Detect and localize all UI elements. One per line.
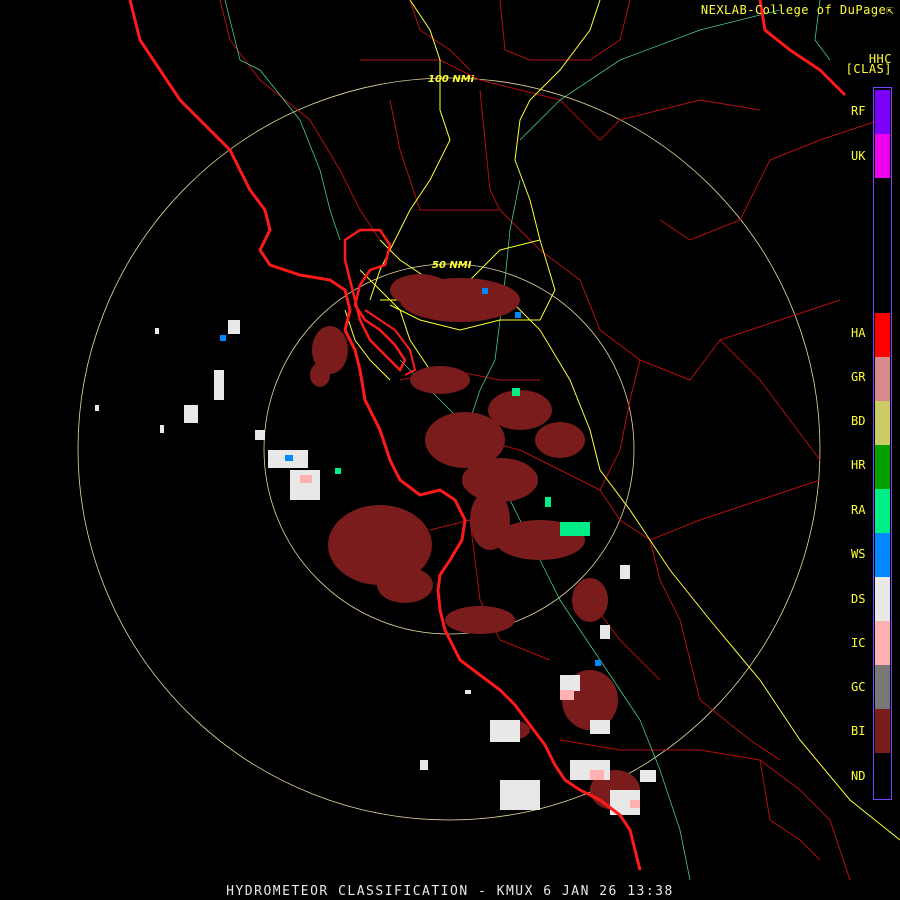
radar-map: 50 NMI 100 NMI <box>77 0 900 881</box>
highways <box>344 0 900 841</box>
legend-label-bi: BI <box>851 724 866 738</box>
legend-swatch-uk <box>875 134 890 178</box>
legend-swatch-ws <box>875 533 890 577</box>
legend-swatch-gr <box>875 357 890 401</box>
legend-swatch-nd <box>875 753 890 797</box>
ring-label-50: 50 NMI <box>432 260 472 271</box>
legend-label-nd: ND <box>851 769 866 783</box>
legend-label-ra: RA <box>851 503 866 517</box>
product-mode: [CLAS] <box>845 62 892 76</box>
ring-label-100: 100 NMI <box>428 74 475 85</box>
rivers <box>224 0 831 881</box>
credit-link[interactable]: NEXLAB-College of DuPage⇱ <box>701 3 894 17</box>
legend-swatch-ra <box>875 489 890 533</box>
legend-swatch-hr <box>875 445 890 489</box>
credit-text: NEXLAB-College of DuPage <box>700 3 887 17</box>
legend-bar <box>873 87 892 800</box>
legend-label-ha: HA <box>851 326 866 340</box>
legend-swatch-gc <box>875 665 890 709</box>
legend-label-ds: DS <box>851 592 866 606</box>
external-link-icon: ⇱ <box>886 3 894 17</box>
legend-swatch-bd <box>875 401 890 445</box>
legend-label-uk: UK <box>851 149 866 163</box>
radar-screen: 50 NMI 100 NMI NEXLAB-College of DuPage⇱… <box>0 0 900 900</box>
legend-swatch-ha <box>875 313 890 357</box>
legend-swatch-rf <box>875 90 890 134</box>
legend-label-gc: GC <box>851 680 866 694</box>
legend-label-gr: GR <box>851 370 866 384</box>
legend-label-bd: BD <box>851 414 866 428</box>
footer-title: HYDROMETEOR CLASSIFICATION - KMUX 6 JAN … <box>226 884 674 899</box>
legend-label-ws: WS <box>851 547 866 561</box>
legend-label-hr: HR <box>851 458 866 472</box>
legend-swatch-ic <box>875 621 890 665</box>
legend-label-rf: RF <box>851 104 866 118</box>
radar-returns-ws <box>220 288 601 666</box>
legend-label-ic: IC <box>851 636 866 650</box>
legend-swatch-bi <box>875 709 890 753</box>
legend-swatch-ds <box>875 577 890 621</box>
